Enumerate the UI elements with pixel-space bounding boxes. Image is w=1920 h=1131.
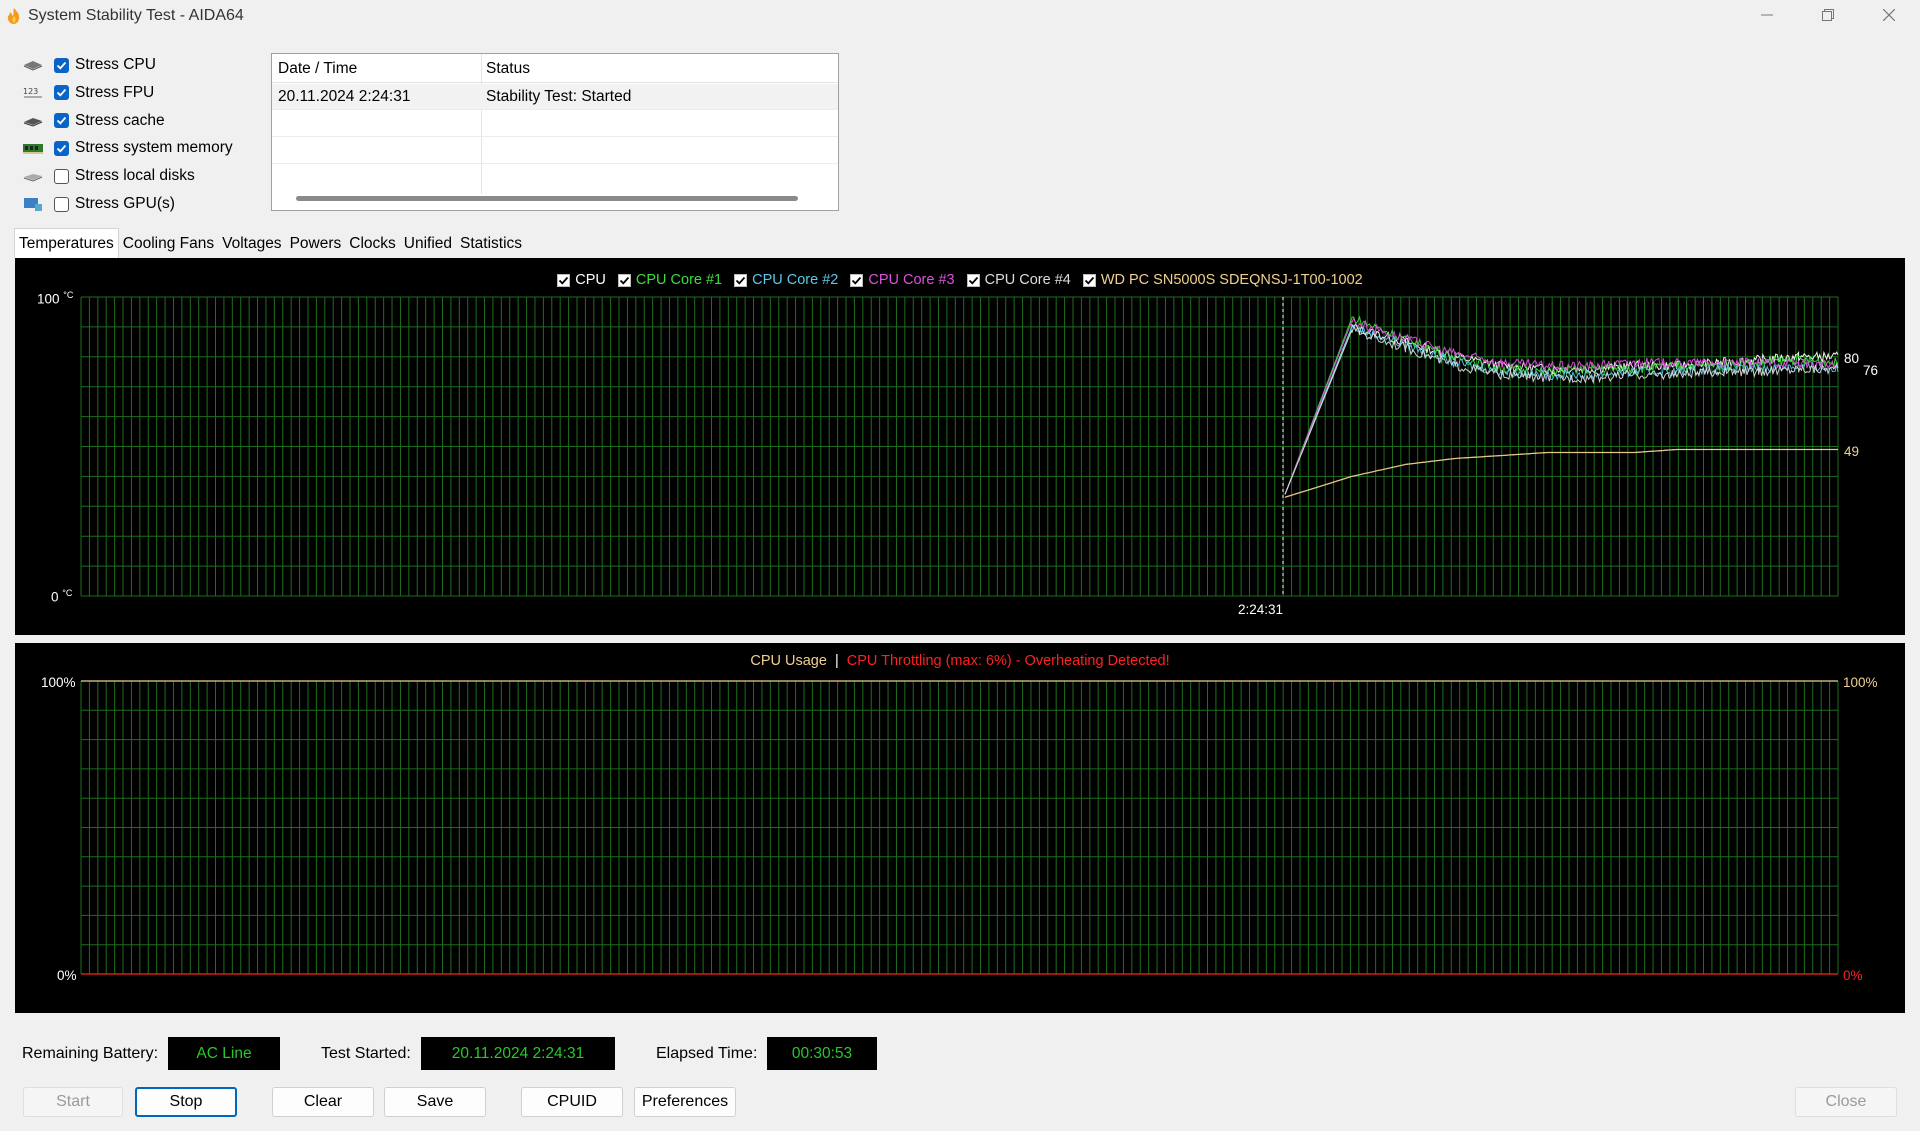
cache-chip-icon — [23, 117, 43, 127]
checkmark-icon — [56, 144, 67, 153]
memory-module-icon — [23, 144, 43, 154]
stress-option-stress-gpu-s[interactable]: Stress GPU(s) — [22, 191, 175, 217]
checkmark-icon — [56, 61, 67, 70]
series-line-cpu-core-3 — [1284, 317, 1839, 495]
stress-option-label: Stress cache — [75, 111, 165, 129]
current-value-disk: 49 — [1844, 444, 1860, 459]
log-row-datetime: 20.11.2024 2:24:31 — [278, 88, 411, 105]
usage-left-bottom-label: 0% — [57, 968, 77, 983]
table-row-empty — [272, 165, 838, 191]
series-line-cpu — [1284, 323, 1839, 495]
window-close-button[interactable] — [1864, 0, 1914, 30]
plot-grid — [80, 680, 1839, 975]
cpu-usage-plot — [80, 680, 1839, 975]
horizontal-scrollbar[interactable] — [296, 196, 798, 201]
close-button[interactable]: Close — [1795, 1087, 1897, 1117]
stress-option-stress-cache[interactable]: Stress cache — [22, 108, 165, 134]
y-axis-bottom-label: 0 °C — [51, 588, 73, 605]
series-line-cpu-core-1 — [1284, 315, 1839, 495]
y-axis-top-unit: °C — [63, 290, 74, 300]
cpu-usage-graph-panel: CPU Usage | CPU Throttling (max: 6%) - O… — [15, 643, 1905, 1013]
stress-option-stress-cpu[interactable]: Stress CPU — [22, 52, 156, 78]
fpu-123-icon: 123 — [23, 87, 42, 98]
battery-value: AC Line — [168, 1037, 280, 1070]
y-axis-top-label: 100 °C — [37, 290, 74, 307]
stress-checkbox[interactable] — [54, 196, 69, 212]
stress-option-label: Stress GPU(s) — [75, 195, 175, 212]
tab-powers[interactable]: Powers — [285, 230, 346, 258]
stress-checkbox[interactable] — [54, 140, 69, 156]
log-header: Date / Time Status — [272, 54, 838, 83]
battery-label: Remaining Battery: — [22, 1045, 159, 1062]
svg-text:123: 123 — [23, 87, 38, 96]
table-row-empty — [272, 111, 838, 137]
minimize-icon — [1761, 14, 1773, 16]
restore-icon — [1822, 9, 1834, 21]
close-icon — [1883, 9, 1895, 21]
checkmark-icon — [56, 116, 67, 125]
hard-disk-icon — [23, 174, 43, 182]
current-value-cores: 76 — [1863, 363, 1879, 378]
gpu-monitor-icon — [24, 198, 42, 211]
elapsed-time-value: 00:30:53 — [767, 1037, 877, 1070]
test-started-value: 20.11.2024 2:24:31 — [421, 1037, 615, 1070]
series-line-wd-pc-sn5000s-sdeqnsj-1t00-1002 — [1284, 448, 1838, 498]
title-bar: System Stability Test - AIDA64 — [0, 0, 1920, 30]
preferences-button[interactable]: Preferences — [634, 1087, 736, 1117]
checkmark-icon — [56, 89, 67, 97]
tab-clocks[interactable]: Clocks — [345, 230, 400, 258]
series-line-cpu-core-4 — [1284, 325, 1839, 495]
y-axis-bottom-unit: °C — [62, 588, 73, 598]
series-line-cpu-core-2 — [1284, 324, 1839, 495]
stress-option-label: Stress FPU — [75, 83, 155, 101]
x-marker-label: 2:24:31 — [1238, 602, 1284, 617]
window-title: System Stability Test - AIDA64 — [28, 7, 244, 24]
elapsed-time-label: Elapsed Time: — [656, 1045, 758, 1062]
test-started-label: Test Started: — [321, 1045, 411, 1062]
stress-checkbox[interactable] — [54, 168, 69, 184]
stress-option-stress-fpu[interactable]: 123 Stress FPU — [22, 80, 154, 106]
usage-right-top-label: 100% — [1843, 675, 1878, 690]
clear-button[interactable]: Clear — [272, 1087, 374, 1117]
tab-unified[interactable]: Unified — [399, 230, 457, 258]
cpu-chip-icon — [23, 61, 43, 71]
stress-option-label: Stress local disks — [75, 167, 195, 185]
stop-button[interactable]: Stop — [135, 1087, 237, 1117]
usage-left-top-label: 100% — [41, 675, 76, 690]
temperature-graph-panel: CPU CPU Core #1 CPU Core #2 CPU Core #3 CPU … — [15, 258, 1905, 635]
stress-checkbox[interactable] — [54, 85, 69, 101]
stress-option-label: Stress CPU — [75, 56, 156, 73]
table-row[interactable]: 20.11.2024 2:24:31 Stability Test: Start… — [272, 84, 838, 110]
stress-option-stress-local-disks[interactable]: Stress local disks — [22, 163, 195, 189]
tab-voltages[interactable]: Voltages — [218, 230, 286, 258]
log-column-datetime[interactable]: Date / Time — [278, 60, 357, 78]
aida64-flame-icon — [7, 8, 20, 24]
log-row-status: Stability Test: Started — [486, 88, 632, 105]
cpuid-button[interactable]: CPUID — [521, 1087, 623, 1117]
tab-cooling-fans[interactable]: Cooling Fans — [118, 230, 219, 258]
start-button[interactable]: Start — [23, 1087, 123, 1117]
log-column-status[interactable]: Status — [486, 60, 530, 78]
current-value-cpu: 80 — [1844, 351, 1860, 366]
stress-option-label: Stress system memory — [75, 139, 233, 157]
graph-tabs: Temperatures Cooling Fans Voltages Powers Cl… — [14, 228, 527, 258]
usage-right-bottom-label: 0% — [1843, 968, 1863, 983]
save-button[interactable]: Save — [384, 1087, 486, 1117]
stress-option-stress-system-memory[interactable]: Stress system memory — [22, 135, 233, 161]
stress-checkbox[interactable] — [54, 57, 69, 73]
tab-statistics[interactable]: Statistics — [456, 230, 527, 258]
plot-grid — [80, 296, 1839, 597]
stress-checkbox[interactable] — [54, 113, 69, 129]
status-log-table[interactable]: Date / Time Status 20.11.2024 2:24:31 St… — [271, 53, 839, 211]
table-row-empty — [272, 138, 838, 164]
tab-temperatures[interactable]: Temperatures — [14, 228, 119, 258]
restore-button[interactable] — [1803, 0, 1853, 30]
temperature-plot — [80, 296, 1839, 597]
minimize-button[interactable] — [1742, 0, 1792, 30]
